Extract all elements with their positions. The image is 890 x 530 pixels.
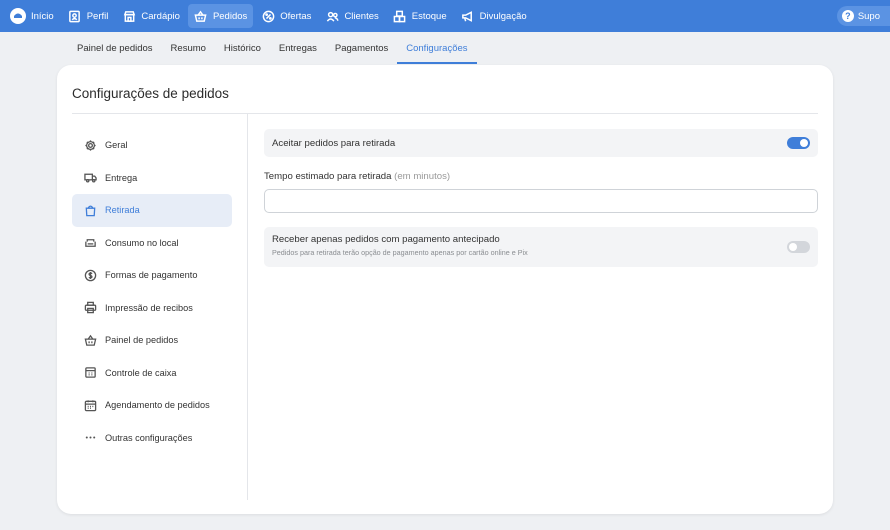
sidebar-item-label: Outras configurações — [105, 432, 193, 443]
nav-item-inicio[interactable]: Início — [4, 4, 60, 28]
bag-icon — [83, 203, 97, 217]
sidebar-item-label: Consumo no local — [105, 237, 179, 248]
tab-painel-de-pedidos[interactable]: Painel de pedidos — [68, 32, 162, 64]
printer-icon — [83, 301, 97, 315]
estimated-time-input[interactable] — [264, 189, 818, 213]
sidebar-item-agendamento-de-pedidos[interactable]: Agendamento de pedidos — [72, 389, 232, 422]
sidebar-item-label: Painel de pedidos — [105, 335, 179, 346]
sidebar-item-controle-de-caixa[interactable]: Controle de caixa — [72, 357, 232, 390]
toggle-knob — [789, 243, 797, 251]
dollar-icon — [83, 268, 97, 282]
sidebar-item-consumo-no-local[interactable]: Consumo no local — [72, 227, 232, 260]
top-navigation: Início Perfil Cardápio Pedidos Ofertas C… — [0, 0, 890, 32]
sidebar-item-entrega[interactable]: Entrega — [72, 162, 232, 195]
gear-icon — [83, 138, 97, 152]
estimated-time-label-text: Tempo estimado para retirada — [264, 171, 392, 182]
nav-item-label: Clientes — [344, 10, 379, 22]
prepaid-only-row: Receber apenas pedidos com pagamento ant… — [264, 227, 818, 267]
sidebar-divider — [247, 114, 248, 500]
basket-icon — [194, 9, 208, 23]
megaphone-icon — [461, 9, 475, 23]
prepaid-only-toggle[interactable] — [787, 241, 810, 253]
order-subtabs: Painel de pedidos Resumo Histórico Entre… — [68, 32, 477, 64]
sidebar-item-outras-configuracoes[interactable]: Outras configurações — [72, 422, 232, 455]
nav-item-label: Perfil — [86, 10, 109, 22]
title-divider — [72, 113, 818, 114]
estimated-time-label: Tempo estimado para retirada (em minutos… — [264, 171, 818, 182]
pickup-settings-panel: Aceitar pedidos para retirada Tempo esti… — [264, 129, 818, 267]
nav-item-label: Divulgação — [479, 10, 527, 22]
sidebar-item-label: Controle de caixa — [105, 367, 177, 378]
nav-item-ofertas[interactable]: Ofertas — [255, 4, 317, 28]
basket-icon — [83, 333, 97, 347]
tab-resumo[interactable]: Resumo — [162, 32, 215, 64]
nav-item-label: Ofertas — [280, 10, 312, 22]
settings-sidebar: Geral Entrega Retirada Consumo no local … — [72, 129, 232, 454]
sidebar-item-label: Retirada — [105, 205, 140, 216]
tab-configuracoes[interactable]: Configurações — [397, 32, 477, 64]
users-icon — [325, 9, 339, 23]
support-button[interactable]: ? Supo — [836, 6, 890, 26]
accept-pickup-toggle[interactable] — [787, 137, 810, 149]
nav-item-perfil[interactable]: Perfil — [62, 4, 115, 28]
sidebar-item-label: Impressão de recibos — [105, 302, 193, 313]
sidebar-item-formas-de-pagamento[interactable]: Formas de pagamento — [72, 259, 232, 292]
boxes-icon — [393, 9, 407, 23]
accept-pickup-label: Aceitar pedidos para retirada — [272, 137, 396, 149]
help-icon: ? — [841, 10, 854, 22]
tab-pagamentos[interactable]: Pagamentos — [326, 32, 397, 64]
cash-register-icon — [83, 366, 97, 380]
sidebar-item-painel-de-pedidos[interactable]: Painel de pedidos — [72, 324, 232, 357]
truck-icon — [83, 171, 97, 185]
page-title: Configurações de pedidos — [72, 86, 229, 101]
nav-item-label: Pedidos — [212, 10, 248, 22]
settings-card: Configurações de pedidos Geral Entrega R… — [57, 65, 833, 514]
accept-pickup-row: Aceitar pedidos para retirada — [264, 129, 818, 157]
support-label: Supo — [857, 10, 880, 22]
sofa-icon — [83, 236, 97, 250]
sidebar-item-label: Entrega — [105, 172, 138, 183]
nav-item-label: Estoque — [411, 10, 447, 22]
nav-item-label: Início — [31, 10, 54, 22]
prepaid-only-description: Pedidos para retirada terão opção de pag… — [272, 248, 528, 257]
sidebar-item-label: Agendamento de pedidos — [105, 400, 210, 411]
nav-item-estoque[interactable]: Estoque — [387, 4, 453, 28]
sidebar-item-label: Formas de pagamento — [105, 270, 198, 281]
nav-item-divulgacao[interactable]: Divulgação — [455, 4, 533, 28]
nav-item-clientes[interactable]: Clientes — [319, 4, 384, 28]
dots-icon — [83, 431, 97, 445]
estimated-time-hint: (em minutos) — [394, 171, 451, 182]
nav-item-pedidos[interactable]: Pedidos — [187, 4, 254, 28]
sidebar-item-retirada[interactable]: Retirada — [72, 194, 232, 227]
nav-item-cardapio[interactable]: Cardápio — [116, 4, 186, 28]
calendar-icon — [83, 398, 97, 412]
tab-historico[interactable]: Histórico — [215, 32, 270, 64]
sidebar-item-impressao-de-recibos[interactable]: Impressão de recibos — [72, 292, 232, 325]
sidebar-item-label: Geral — [105, 140, 128, 151]
sidebar-item-geral[interactable]: Geral — [72, 129, 232, 162]
logo-icon — [10, 8, 26, 24]
toggle-knob — [800, 139, 808, 147]
nav-item-label: Cardápio — [141, 10, 180, 22]
prepaid-only-label: Receber apenas pedidos com pagamento ant… — [272, 234, 500, 245]
discount-icon — [261, 9, 275, 23]
id-card-icon — [68, 9, 82, 23]
tab-entregas[interactable]: Entregas — [270, 32, 326, 64]
store-icon — [122, 9, 136, 23]
